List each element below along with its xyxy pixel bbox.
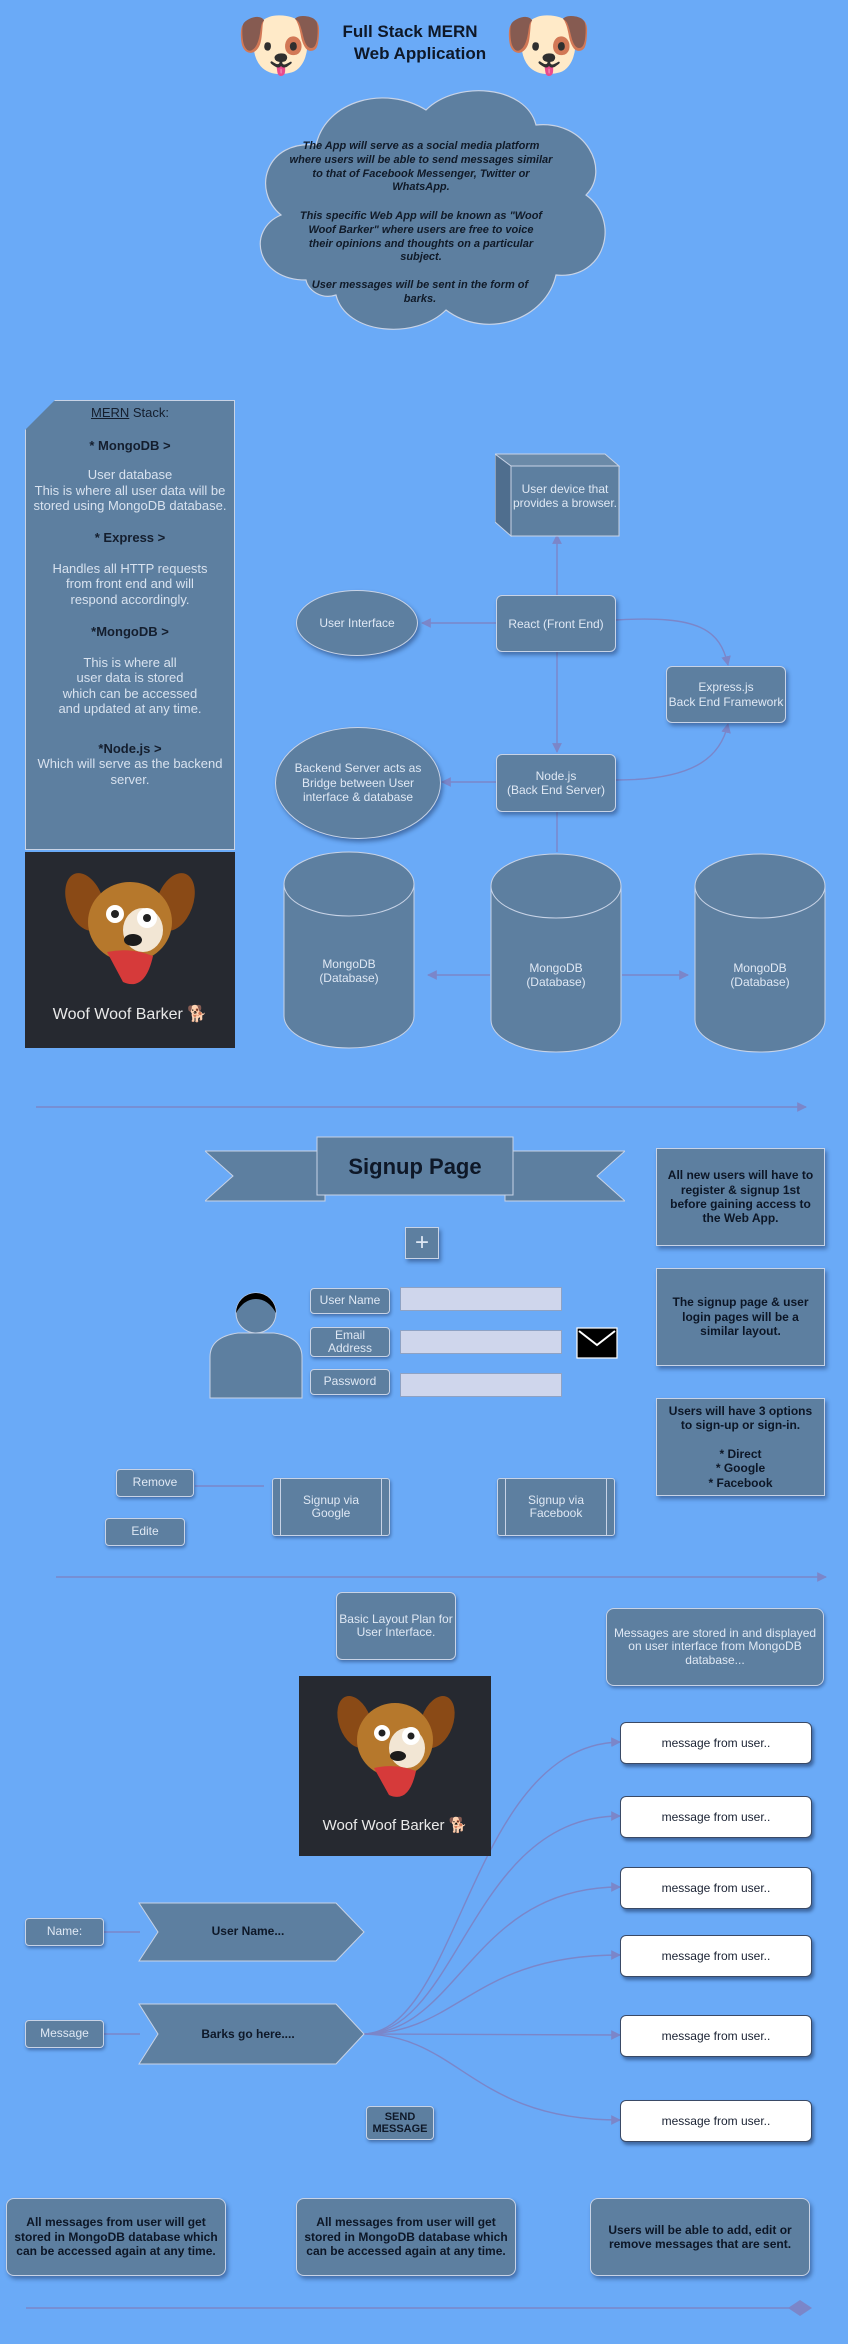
footer-note-storage-2: All messages from user will get stored i… — [296, 2198, 516, 2276]
message-field-value[interactable]: Barks go here.... — [158, 2027, 338, 2041]
footer-note-storage-1: All messages from user will get stored i… — [6, 2198, 226, 2276]
facebook-button-edge-right — [606, 1479, 607, 1535]
page-title-line1: Full Stack MERN — [342, 22, 478, 41]
add-button[interactable]: + — [405, 1227, 439, 1259]
mongodb-label-right: MongoDB (Database) — [730, 961, 790, 990]
cloud-text-3: User messages will be sent in the form o… — [311, 279, 529, 305]
mongodb-cylinder-center — [490, 853, 622, 1053]
message-label: Message — [25, 2020, 104, 2048]
user-interface-node: User Interface — [296, 590, 418, 656]
signup-note-register: All new users will have to register & si… — [656, 1148, 825, 1246]
layout-plan-note: Basic Layout Plan for User Interface. — [336, 1592, 456, 1660]
message-bubble: message from user.. — [620, 1722, 812, 1764]
mongodb2-title: *MongoDB > — [91, 623, 169, 639]
user-name-label: User Name — [310, 1288, 390, 1314]
backend-bridge-node: Backend Server acts as Bridge between Us… — [275, 727, 441, 839]
password-input[interactable] — [400, 1373, 562, 1397]
signup-google-button[interactable]: Signup via Google — [272, 1478, 390, 1536]
mongodb-cylinder-left — [283, 851, 415, 1049]
dog-emoji-right-icon: 🐶 — [503, 5, 593, 85]
mongodb-title: * MongoDB > — [89, 438, 171, 453]
cloud-text-2: This specific Web App will be known as "… — [299, 210, 543, 264]
google-button-edge-right — [381, 1479, 382, 1535]
express-text: Handles all HTTP requests from front end… — [52, 560, 208, 607]
mern-stack-panel: MERN Stack: * MongoDB > User database Th… — [25, 400, 235, 850]
react-frontend-node: React (Front End) — [496, 595, 616, 652]
password-label: Password — [310, 1369, 390, 1395]
logo-text: Woof Woof Barker 🐕 — [52, 1006, 208, 1023]
message-bubble: message from user.. — [620, 1796, 812, 1838]
express-backend-node: Express.js Back End Framework — [666, 666, 786, 723]
signup-facebook-button[interactable]: Signup via Facebook — [497, 1478, 615, 1536]
message-bubble: message from user.. — [620, 2100, 812, 2142]
cloud-text-1: The App will serve as a social media pla… — [289, 140, 553, 194]
woof-barker-logo: Woof Woof Barker 🐕 — [25, 852, 235, 1048]
messages-stored-note: Messages are stored in and displayed on … — [606, 1608, 824, 1686]
node-text: Which will serve as the backend server. — [37, 755, 223, 787]
name-label: Name: — [25, 1918, 104, 1946]
name-field-value[interactable]: User Name... — [158, 1924, 338, 1938]
email-input[interactable] — [400, 1330, 562, 1354]
user-avatar-icon — [209, 1292, 303, 1399]
express-title: * Express > — [94, 529, 166, 545]
node-server-node: Node.js (Back End Server) — [496, 754, 616, 812]
page-title-line2: Web Application — [353, 44, 487, 63]
mongodb-label-left: MongoDB (Database) — [319, 957, 379, 986]
mongodb-text: User database This is where all user dat… — [33, 467, 227, 514]
mongodb-label-center: MongoDB (Database) — [526, 961, 586, 990]
facebook-button-edge-left — [505, 1479, 506, 1535]
mern-heading: MERN — [90, 405, 130, 420]
message-bubble: message from user.. — [620, 2015, 812, 2057]
message-bubble: message from user.. — [620, 1935, 812, 1977]
signup-note-layout: The signup page & user login pages will … — [656, 1268, 825, 1366]
dog-emoji-left-icon: 🐶 — [235, 5, 325, 85]
mongodb2-text: This is where all user data is stored wh… — [58, 654, 202, 717]
send-message-button[interactable]: SEND MESSAGE — [366, 2106, 434, 2140]
message-bubble: message from user.. — [620, 1867, 812, 1909]
edit-button[interactable]: Edite — [105, 1518, 185, 1546]
footer-note-edit: Users will be able to add, edit or remov… — [590, 2198, 810, 2276]
user-name-input[interactable] — [400, 1287, 562, 1311]
remove-button[interactable]: Remove — [116, 1469, 194, 1497]
email-label: Email Address — [310, 1327, 390, 1357]
woof-barker-logo-2: Woof Woof Barker 🐕 — [299, 1676, 491, 1856]
mongodb-cylinder-right — [694, 853, 826, 1053]
envelope-icon — [576, 1327, 618, 1359]
google-button-edge-left — [280, 1479, 281, 1535]
node-title: *Node.js > — [98, 740, 162, 756]
signup-note-options: Users will have 3 options to sign-up or … — [656, 1398, 825, 1496]
dog-mascot-icon-2 — [337, 1696, 455, 1797]
logo-text-2: Woof Woof Barker 🐕 — [322, 1817, 468, 1834]
dog-mascot-icon — [65, 873, 195, 985]
device-label: User device that provides a browser. — [512, 482, 618, 511]
signup-banner-title: Signup Page — [348, 1154, 482, 1179]
stack-heading-rest: Stack: — [129, 405, 170, 420]
